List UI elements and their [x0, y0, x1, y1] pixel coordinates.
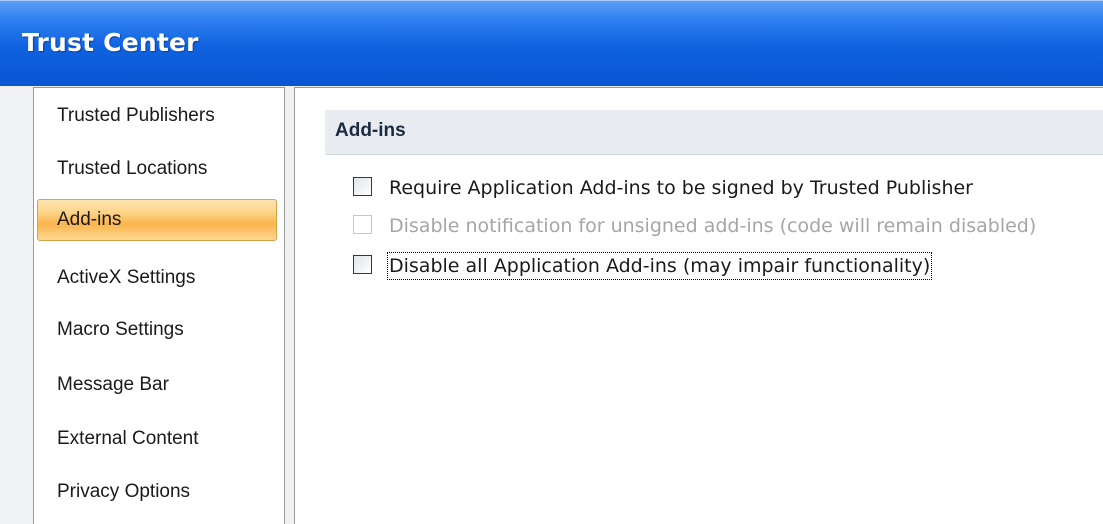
disable-all-addins-label[interactable]: Disable all Application Add-ins (may imp…: [386, 252, 933, 280]
sidebar-item-add-ins[interactable]: Add-ins: [37, 199, 277, 241]
require-signed-addins-label[interactable]: Require Application Add-ins to be signed…: [388, 175, 974, 201]
sidebar-item-privacy-options[interactable]: Privacy Options: [37, 471, 277, 513]
title-bar[interactable]: Trust Center: [0, 0, 1103, 86]
section-header: Add-ins: [325, 110, 1103, 155]
sidebar-nav: Trusted Publishers Trusted Locations Add…: [33, 87, 285, 524]
sidebar-item-activex-settings[interactable]: ActiveX Settings: [37, 257, 277, 299]
main-panel: Add-ins Require Application Add-ins to b…: [294, 87, 1103, 524]
section-title: Add-ins: [335, 120, 406, 141]
require-signed-addins-checkbox[interactable]: [353, 177, 372, 196]
disable-notification-checkbox: [353, 215, 372, 234]
sidebar-item-trusted-publishers[interactable]: Trusted Publishers: [37, 95, 277, 137]
disable-all-addins-checkbox[interactable]: [353, 255, 372, 274]
sidebar-item-external-content[interactable]: External Content: [37, 418, 277, 460]
disable-notification-label: Disable notification for unsigned add-in…: [389, 215, 1037, 237]
window-title: Trust Center: [22, 28, 199, 57]
sidebar-item-message-bar[interactable]: Message Bar: [37, 364, 277, 406]
sidebar-item-trusted-locations[interactable]: Trusted Locations: [37, 148, 277, 190]
sidebar-item-macro-settings[interactable]: Macro Settings: [37, 309, 277, 351]
